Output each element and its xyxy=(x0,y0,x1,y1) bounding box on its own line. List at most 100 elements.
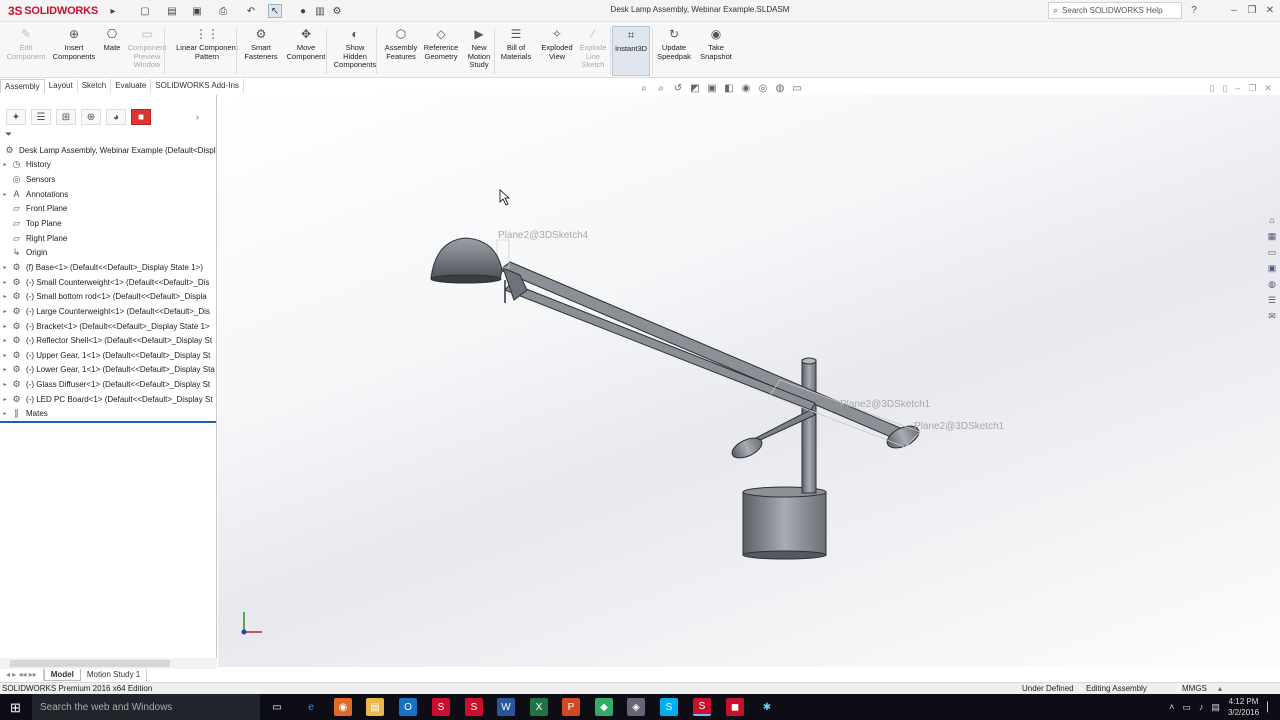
minimize-icon[interactable]: – xyxy=(1226,3,1242,18)
show-hidden-components-button[interactable]: ◐ Show Hidden Components xyxy=(333,26,377,76)
skype-icon[interactable]: S xyxy=(660,698,678,716)
help-search-input[interactable]: ⌕ Search SOLIDWORKS Help xyxy=(1048,2,1182,19)
expand-arrow-icon[interactable]: ▸ xyxy=(0,279,10,286)
expand-arrow-icon[interactable]: ▸ xyxy=(0,191,10,198)
expand-arrow-icon[interactable]: ▸ xyxy=(0,381,10,388)
tree-item[interactable]: ▸ ⚙ (-) Small bottom rod<1> (Default<<Defa… xyxy=(0,289,216,304)
excel-icon[interactable]: X xyxy=(530,698,548,716)
plane-label[interactable]: Plane2@3DSketch4 xyxy=(498,230,588,241)
windows-start-icon[interactable]: ⊞ xyxy=(10,700,24,715)
scroll-thumb[interactable] xyxy=(10,660,170,667)
new-motion-study-button[interactable]: ▶ New Motion Study xyxy=(462,26,496,76)
graphics-area[interactable]: Plane2@3DSketch4 Plane2@3DSketch1 Plane2… xyxy=(218,95,1280,667)
dimxpert-tab-icon[interactable]: ⊕ xyxy=(81,109,101,125)
instant3d-button[interactable]: ⌗ Instant3D xyxy=(612,26,650,76)
tree-item[interactable]: ▱ Right Plane xyxy=(0,231,216,246)
tree-rollback-bar[interactable] xyxy=(0,421,216,423)
units-selector[interactable]: MMGS xyxy=(1182,684,1207,693)
linear-component-pattern-button[interactable]: ⋮⋮ Linear Component Pattern xyxy=(172,26,242,76)
viewport-minimize-icon[interactable]: – xyxy=(1235,83,1240,94)
show-desktop-icon[interactable]: ▏ xyxy=(1267,702,1274,713)
tab-evaluate[interactable]: Evaluate xyxy=(111,79,152,93)
viewport-split-icon[interactable]: ▯ xyxy=(1222,83,1227,94)
expand-arrow-icon[interactable]: ▸ xyxy=(0,293,10,300)
tree-item[interactable]: ▸ ∥ Mates xyxy=(0,407,216,422)
take-snapshot-button[interactable]: ◉ Take Snapshot xyxy=(698,26,734,76)
tree-item[interactable]: ◎ Sensors xyxy=(0,172,216,187)
zoom-area-icon[interactable]: ⌕ xyxy=(655,82,667,94)
tab-model[interactable]: Model xyxy=(43,669,81,681)
expand-arrow-icon[interactable]: ▸ xyxy=(0,337,10,344)
expand-arrow-icon[interactable]: ▸ xyxy=(0,308,10,315)
outlook-icon[interactable]: O xyxy=(399,698,417,716)
plane-label[interactable]: Plane2@3DSketch1 xyxy=(914,421,1004,432)
tree-item[interactable]: ▸ ⚙ (-) Glass Diffuser<1> (Default<<Defaul… xyxy=(0,377,216,392)
propertymanager-tab-icon[interactable]: ☰ xyxy=(31,109,51,125)
assembly-features-button[interactable]: ⬡ Assembly Features xyxy=(382,26,420,76)
rebuild-icon[interactable]: ● xyxy=(296,4,310,18)
custom-properties-icon[interactable]: ☰ xyxy=(1266,293,1278,307)
expand-arrow-icon[interactable]: ▸ xyxy=(0,396,10,403)
tree-item[interactable]: ▱ Front Plane xyxy=(0,202,216,217)
tree-item[interactable]: ▸ ⚙ (-) Lower Gear, 1<1> (Default<<Default… xyxy=(0,363,216,378)
tab-nav-arrows[interactable]: ◂ ▸ ◂◂ ▸▸ xyxy=(0,669,44,681)
smart-fasteners-button[interactable]: ⚙ Smart Fasteners xyxy=(244,26,278,76)
tree-item[interactable]: ▸ ⚙ (-) Reflector Shell<1> (Default<<Defau… xyxy=(0,333,216,348)
app-icon[interactable]: ◼ xyxy=(726,698,744,716)
previous-view-icon[interactable]: ↺ xyxy=(672,82,684,94)
close-icon[interactable]: ✕ xyxy=(1262,3,1278,18)
tab-motion-study[interactable]: Motion Study 1 xyxy=(81,669,148,681)
tab-assembly[interactable]: Assembly xyxy=(0,79,45,93)
display-style-icon[interactable]: ◧ xyxy=(723,82,735,94)
expand-arrow-icon[interactable]: ▸ xyxy=(0,410,10,417)
tab-sketch[interactable]: Sketch xyxy=(78,79,112,93)
undo-icon[interactable]: ↶ xyxy=(244,4,258,18)
powerpoint-icon[interactable]: P xyxy=(562,698,580,716)
options-icon[interactable]: ⚙ xyxy=(330,4,344,18)
solidworks-taskbar-icon[interactable]: S xyxy=(432,698,450,716)
tab-layout[interactable]: Layout xyxy=(45,79,78,93)
app-icon[interactable]: ◆ xyxy=(595,698,613,716)
panel-horizontal-scrollbar[interactable] xyxy=(0,658,217,669)
tree-item[interactable]: ▸ ⚙ (-) Large Counterweight<1> (Default<<D… xyxy=(0,304,216,319)
plane-label[interactable]: Plane2@3DSketch1 xyxy=(840,399,930,410)
view-orientation-icon[interactable]: ▣ xyxy=(706,82,718,94)
expand-arrow-icon[interactable]: ▸ xyxy=(0,323,10,330)
section-view-icon[interactable]: ◩ xyxy=(689,82,701,94)
tree-item[interactable]: ▸ A Annotations xyxy=(0,187,216,202)
tree-item[interactable]: ▸ ⚙ (f) Base<1> (Default<<Default>_Display… xyxy=(0,260,216,275)
select-icon[interactable]: ↖ xyxy=(268,4,282,18)
tab-addins[interactable]: SOLIDWORKS Add-Ins xyxy=(151,79,244,93)
forum-icon[interactable]: ✉ xyxy=(1266,309,1278,323)
network-icon[interactable]: ▭ xyxy=(1182,702,1191,713)
task-view-icon[interactable]: ▭ xyxy=(268,698,286,716)
open-icon[interactable]: ▤ xyxy=(165,4,179,18)
view-palette-icon[interactable]: ▣ xyxy=(1266,261,1278,275)
expand-menu-icon[interactable]: ▸ xyxy=(106,4,120,18)
configurationmanager-tab-icon[interactable]: ⊞ xyxy=(56,109,76,125)
design-library-icon[interactable]: ▦ xyxy=(1266,229,1278,243)
tree-item[interactable]: ▸ ⚙ (-) Bracket<1> (Default<<Default>_Disp… xyxy=(0,319,216,334)
expand-arrow-icon[interactable]: ▸ xyxy=(0,352,10,359)
update-speedpak-button[interactable]: ↻ Update Speedpak xyxy=(654,26,694,76)
explode-line-sketch-button[interactable]: ⁄ Explode Line Sketch xyxy=(578,26,608,76)
firefox-icon[interactable]: ◉ xyxy=(334,698,352,716)
file-explorer-icon[interactable]: ▭ xyxy=(1266,245,1278,259)
scene-icon[interactable]: ◍ xyxy=(774,82,786,94)
tree-item[interactable]: ▸ ⚙ (-) Small Counterweight<1> (Default<<D… xyxy=(0,275,216,290)
insert-components-button[interactable]: ⊕ Insert Components xyxy=(53,26,96,76)
solidworks-logo[interactable]: 3S SOLIDWORKS xyxy=(8,3,98,19)
featuremanager-tab-icon[interactable]: ✦ xyxy=(6,109,26,125)
viewport-tile-icon[interactable]: ▯ xyxy=(1209,83,1214,94)
appearances-icon[interactable]: ◍ xyxy=(1266,277,1278,291)
tree-item[interactable]: ↳ Origin xyxy=(0,245,216,260)
new-document-icon[interactable]: ▢ xyxy=(138,4,152,18)
reference-geometry-button[interactable]: ◇ Reference Geometry xyxy=(421,26,461,76)
file-explorer-taskbar-icon[interactable]: ▤ xyxy=(366,698,384,716)
tree-item[interactable]: ▸ ◷ History xyxy=(0,158,216,173)
word-icon[interactable]: W xyxy=(497,698,515,716)
hide-show-icon[interactable]: ◉ xyxy=(740,82,752,94)
solidworks-2-taskbar-icon[interactable]: S xyxy=(465,698,483,716)
volume-icon[interactable]: ♪ xyxy=(1199,702,1204,712)
home-icon[interactable]: ⌂ xyxy=(1266,213,1278,227)
